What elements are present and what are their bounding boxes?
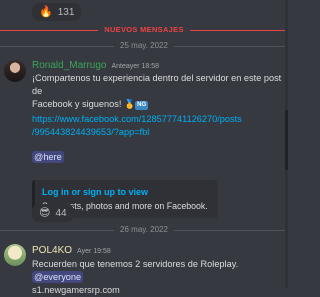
here-mention[interactable]: @here bbox=[32, 151, 64, 163]
reaction-count: 44 bbox=[55, 207, 67, 219]
facebook-link[interactable]: https://www.facebook.com/128577741126270… bbox=[32, 113, 242, 139]
message-line: Facebook y siguenos! 🥇 NG bbox=[32, 98, 288, 111]
avatar[interactable] bbox=[4, 244, 26, 266]
sunglasses-emoji-icon: 😎 bbox=[39, 206, 51, 219]
timestamp: Anteayer 18:58 bbox=[111, 63, 159, 70]
message-line: ¡Compartenos tu experiencia dentro del s… bbox=[32, 73, 282, 96]
new-messages-divider: NUEVOS MENSAJES bbox=[0, 24, 288, 36]
link-line[interactable]: https://www.facebook.com/128577741126270… bbox=[32, 113, 242, 126]
reaction-fire[interactable]: 🔥 131 bbox=[32, 3, 82, 21]
timestamp: Ayer 19:58 bbox=[77, 248, 111, 255]
message-header: Ronald_Marrugo Anteayer 18:58 bbox=[32, 60, 159, 71]
link-line[interactable]: /995443824439653/?app=fbl bbox=[32, 126, 242, 139]
date-divider: 25 may. 2022 bbox=[0, 40, 288, 52]
message-header: POL4KO Ayer 19:58 bbox=[32, 245, 111, 256]
scrollbar[interactable] bbox=[285, 0, 288, 288]
avatar[interactable] bbox=[4, 60, 26, 82]
ng-badge-icon: NG bbox=[135, 101, 149, 110]
new-messages-label: NUEVOS MENSAJES bbox=[98, 24, 190, 36]
everyone-mention[interactable]: @everyone bbox=[32, 271, 84, 283]
date-label: 26 may. 2022 bbox=[114, 224, 174, 236]
message-line-text: Facebook y siguenos! bbox=[32, 99, 122, 109]
message-line: Recuerden que tenemos 2 servidores de Ro… bbox=[32, 258, 288, 284]
mention-line: @here bbox=[32, 151, 64, 164]
message-text: ¡Compartenos tu experiencia dentro del s… bbox=[32, 72, 288, 111]
author-name[interactable]: Ronald_Marrugo bbox=[32, 60, 107, 71]
scrollbar-thumb[interactable] bbox=[285, 110, 288, 170]
medal-icon: 🥇 bbox=[123, 99, 136, 109]
message-text: Recuerden que tenemos 2 servidores de Ro… bbox=[32, 258, 288, 297]
fire-emoji-icon: 🔥 bbox=[39, 5, 53, 18]
message-line-text: Recuerden que tenemos 2 servidores de Ro… bbox=[32, 259, 239, 269]
embed-title[interactable]: Log in or sign up to view bbox=[42, 186, 212, 198]
date-divider: 26 may. 2022 bbox=[0, 224, 288, 236]
chat-area: 🔥 131 NUEVOS MENSAJES 25 may. 2022 Ronal… bbox=[0, 0, 288, 295]
reaction-cool[interactable]: 😎 44 bbox=[32, 204, 74, 222]
author-name[interactable]: POL4KO bbox=[32, 245, 72, 256]
message-line: s1.newgamersrp.com bbox=[32, 285, 120, 295]
reaction-count: 131 bbox=[57, 6, 75, 18]
date-label: 25 may. 2022 bbox=[114, 40, 174, 52]
